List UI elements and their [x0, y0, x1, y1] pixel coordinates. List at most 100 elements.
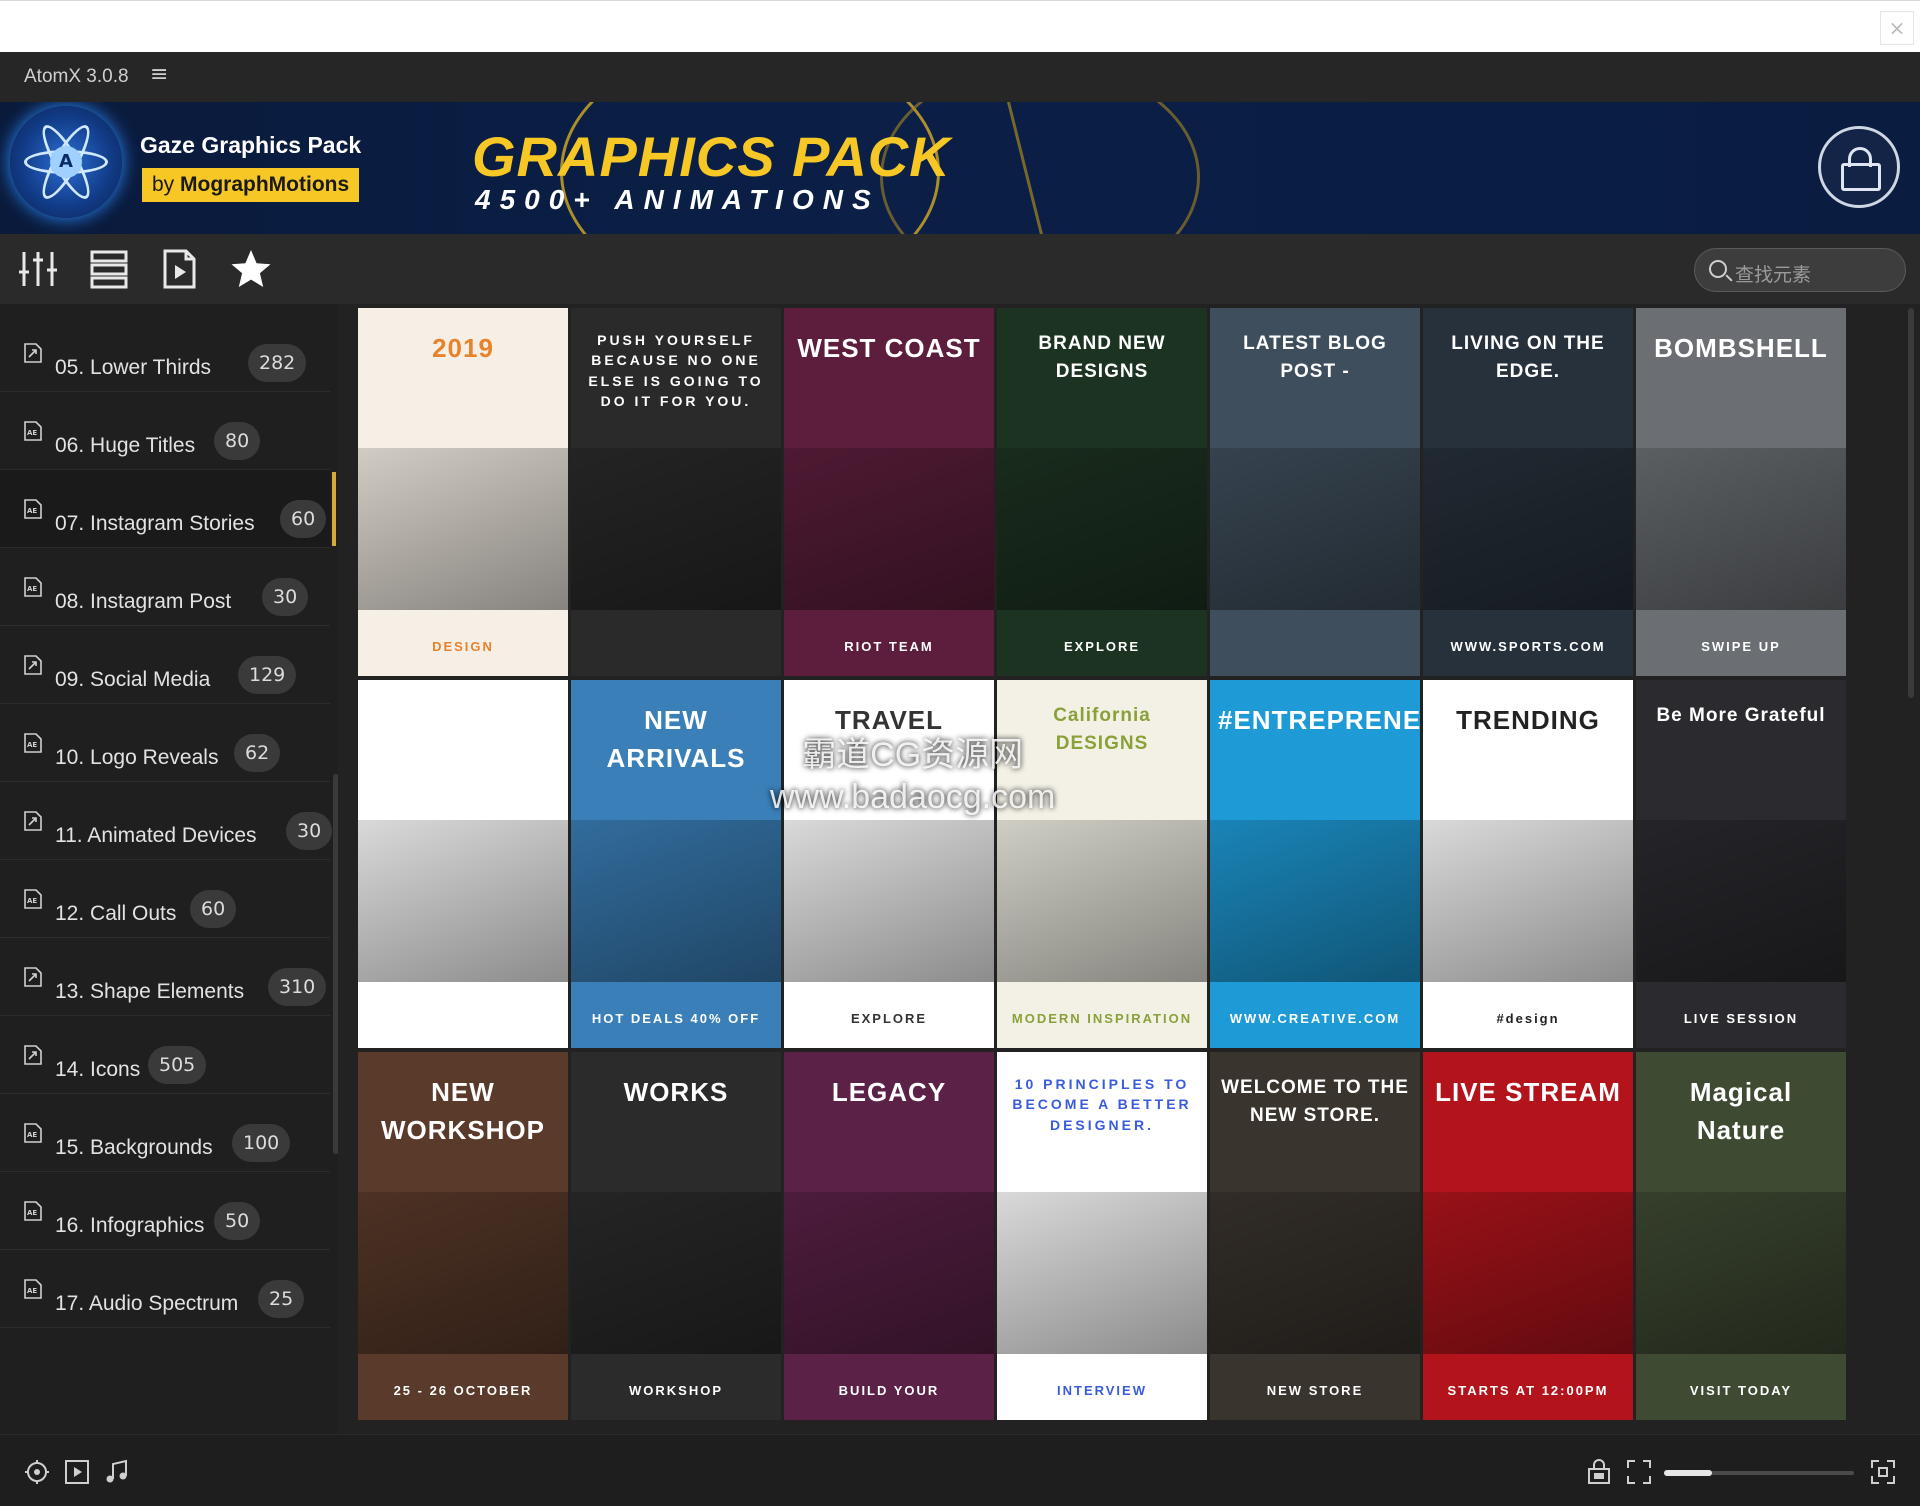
preset-thumbnail[interactable]: Magical Nature VISIT TODAY [1636, 1052, 1846, 1420]
sidebar-item[interactable]: AE 08. Instagram Post 30 [0, 548, 330, 626]
sidebar-item[interactable]: 05. Lower Thirds 282 [0, 314, 330, 392]
thumbnail-subtitle: RIOT TEAM [844, 639, 934, 654]
sidebar-scrollbar[interactable] [333, 774, 338, 1154]
preset-thumbnail[interactable]: TRAVEL EXPLORE [784, 680, 994, 1048]
preset-thumbnail[interactable]: WORKS WORKSHOP [571, 1052, 781, 1420]
preset-thumbnail[interactable]: LATEST BLOG POST - [1210, 308, 1420, 676]
preset-thumbnail[interactable]: WELCOME TO THE NEW STORE. NEW STORE [1210, 1052, 1420, 1420]
search-placeholder: 查找元素 [1735, 264, 1812, 286]
thumbnail-image [1423, 1191, 1633, 1354]
sidebar-item-count-badge: 25 [258, 1280, 305, 1318]
sidebar-item[interactable]: AE 17. Audio Spectrum 25 [0, 1250, 330, 1328]
thumbnail-subtitle: WWW.CREATIVE.COM [1229, 1011, 1401, 1026]
expand-icon[interactable] [1626, 1459, 1652, 1485]
star-icon[interactable] [228, 246, 274, 292]
preset-thumbnail[interactable]: BRAND NEW DESIGNS EXPLORE [997, 308, 1207, 676]
shopping-bag-icon[interactable] [1818, 126, 1900, 208]
sidebar-item-label: 17. Audio Spectrum [55, 1292, 239, 1315]
sidebar-item-count-badge: 30 [262, 578, 309, 616]
sidebar-item[interactable]: AE 06. Huge Titles 80 [0, 392, 330, 470]
thumbnail-title: BOMBSHELL [1654, 333, 1828, 363]
play-icon[interactable] [64, 1459, 90, 1485]
preset-thumbnail[interactable]: LIVE STREAM STARTS AT 12:00PM [1423, 1052, 1633, 1420]
music-note-icon[interactable] [104, 1459, 130, 1485]
preset-thumbnail[interactable]: PUSH YOURSELF BECAUSE NO ONE ELSE IS GOI… [571, 308, 781, 676]
preset-thumbnail[interactable]: California DESIGNS MODERN INSPIRATION [997, 680, 1207, 1048]
atomx-logo-icon: A [10, 106, 122, 218]
preset-thumbnail[interactable]: NEW WORKSHOP 25 - 26 OCTOBER [358, 1052, 568, 1420]
thumbnail-image [1636, 447, 1846, 610]
category-sidebar: 05. Lower Thirds 282 AE 06. Huge Titles 80 AE… [0, 304, 338, 1434]
sidebar-item-label: 09. Social Media [55, 668, 211, 691]
sidebar-item[interactable]: AE 16. Infographics 50 [0, 1172, 330, 1250]
pack-banner: A Gaze Graphics Pack by MographMotions G… [0, 102, 1920, 234]
preset-grid: 2019 DESIGN PUSH YOURSELF BECAUSE NO ONE E… [358, 308, 1846, 1434]
banner-subline: 4500+ ANIMATIONS [475, 184, 880, 215]
atom-core: A [50, 146, 82, 178]
thumbnail-subtitle: DESIGN [432, 639, 494, 654]
preset-thumbnail[interactable]: LEGACY BUILD YOUR [784, 1052, 994, 1420]
folder-link-icon [24, 343, 42, 363]
preset-thumbnail[interactable]: 2019 DESIGN [358, 308, 568, 676]
sidebar-item-count-badge: 50 [214, 1202, 261, 1240]
thumbnail-subtitle: WORKSHOP [629, 1383, 723, 1398]
thumbnail-title: 10 PRINCIPLES TO BECOME A BETTER DESIGNE… [1012, 1076, 1192, 1133]
thumbnail-title: 2019 [432, 333, 494, 363]
window-close-button[interactable]: × [1880, 11, 1914, 45]
svg-text:AE: AE [27, 1209, 37, 1217]
sidebar-item[interactable]: AE 07. Instagram Stories 60 [0, 470, 336, 548]
thumbnail-image [997, 447, 1207, 610]
thumbnail-subtitle: SWIPE UP [1701, 639, 1781, 654]
thumbnail-subtitle: WWW.SPORTS.COM [1450, 639, 1606, 654]
sidebar-item[interactable]: 14. Icons 505 [0, 1016, 330, 1094]
sidebar-item[interactable]: 09. Social Media 129 [0, 626, 330, 704]
folder-link-icon [24, 967, 42, 987]
lock-icon[interactable] [1586, 1459, 1612, 1485]
preset-thumbnail[interactable]: NEW VIDEO SWIPE UP [358, 680, 568, 1048]
thumbnail-image [571, 447, 781, 610]
search-input[interactable]: 查找元素 [1694, 248, 1906, 292]
thumbnail-subtitle: SWIPE UP [423, 1011, 503, 1026]
preset-thumbnail[interactable]: LIVING ON THE EDGE. WWW.SPORTS.COM [1423, 308, 1633, 676]
preset-thumbnail[interactable]: NEW ARRIVALS HOT DEALS 40% OFF [571, 680, 781, 1048]
svg-text:AE: AE [27, 741, 37, 749]
video-file-icon[interactable] [156, 246, 202, 292]
sidebar-item-count-badge: 282 [248, 344, 307, 382]
preset-thumbnail[interactable]: TRENDING #design [1423, 680, 1633, 1048]
bag-body [1841, 163, 1881, 191]
preset-thumbnail[interactable]: 10 PRINCIPLES TO BECOME A BETTER DESIGNE… [997, 1052, 1207, 1420]
sidebar-item[interactable]: AE 15. Backgrounds 100 [0, 1094, 330, 1172]
sidebar-item-label: 14. Icons [55, 1058, 141, 1081]
thumbnail-title: TRAVEL [834, 705, 944, 735]
pack-author-badge: by MographMotions [142, 168, 360, 202]
sidebar-item-label: 11. Animated Devices [55, 824, 257, 847]
sidebar-item[interactable]: AE 12. Call Outs 60 [0, 860, 330, 938]
title-bar: AtomX 3.0.8 ≡ [0, 52, 1920, 102]
preset-thumbnail[interactable]: BOMBSHELL SWIPE UP [1636, 308, 1846, 676]
sliders-icon[interactable] [16, 246, 62, 292]
toolbar: 查找元素 [0, 234, 1920, 304]
sidebar-item[interactable]: AE 10. Logo Reveals 62 [0, 704, 330, 782]
thumbnail-title: PUSH YOURSELF BECAUSE NO ONE ELSE IS GOI… [588, 332, 764, 409]
sidebar-item-label: 13. Shape Elements [55, 980, 245, 1003]
ae-file-icon: AE [24, 733, 42, 753]
preset-thumbnail[interactable]: #ENTREPRENEUR WWW.CREATIVE.COM [1210, 680, 1420, 1048]
zoom-slider[interactable] [1664, 1470, 1854, 1476]
preset-thumbnail[interactable]: Be More Grateful LIVE SESSION [1636, 680, 1846, 1048]
list-icon[interactable] [86, 246, 132, 292]
app-title: AtomX 3.0.8 [24, 66, 129, 87]
sidebar-item-label: 16. Infographics [55, 1214, 205, 1237]
fullscreen-icon[interactable] [1870, 1459, 1896, 1485]
thumbnail-image [997, 819, 1207, 982]
sidebar-item[interactable]: 11. Animated Devices 30 [0, 782, 333, 860]
thumbnail-subtitle: NEW STORE [1266, 1383, 1364, 1398]
target-icon[interactable] [24, 1459, 50, 1485]
sidebar-item-count-badge: 62 [234, 734, 281, 772]
sidebar-item-count-badge: 80 [214, 422, 261, 460]
menu-icon[interactable]: ≡ [150, 62, 168, 87]
sidebar-item[interactable]: 13. Shape Elements 310 [0, 938, 330, 1016]
sidebar-item-count-badge: 60 [190, 890, 237, 928]
grid-scrollbar[interactable] [1908, 308, 1914, 698]
preset-thumbnail[interactable]: WEST COAST RIOT TEAM [784, 308, 994, 676]
thumbnail-image [784, 819, 994, 982]
